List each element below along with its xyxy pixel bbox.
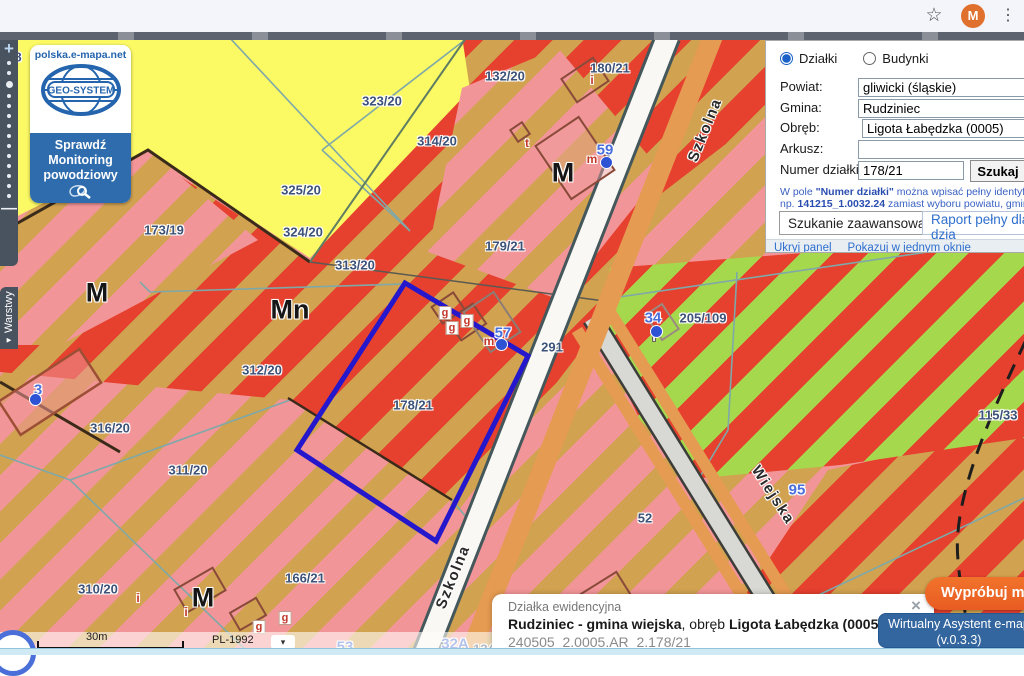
flood-monitoring-banner[interactable]: Sprawdź Monitoring powodziowy [30, 133, 131, 203]
zoom-level-dot[interactable] [7, 114, 11, 118]
zoom-level-dot[interactable] [7, 184, 11, 188]
radio-unselected-icon[interactable] [863, 52, 876, 65]
zoom-control[interactable]: + — [0, 40, 18, 266]
radio-budynki[interactable]: Budynki [863, 51, 928, 66]
zoom-level-dot[interactable] [7, 71, 11, 75]
powiat-input[interactable] [858, 78, 1024, 97]
browser-menu-icon[interactable]: ⋮ [998, 4, 1018, 28]
close-icon[interactable]: × [906, 596, 926, 616]
zoom-level-dot[interactable] [7, 104, 11, 108]
magnifier-icon [68, 184, 94, 200]
hide-panel-link[interactable]: Ukryj panel [774, 242, 832, 254]
zoom-out-button[interactable]: — [1, 203, 17, 215]
gmina-label: Gmina: [780, 98, 822, 118]
geosystem-wordmark: GEO-SYSTEM [47, 86, 114, 97]
virtual-assistant-button[interactable]: Wirtualny Asystent e-map (v.0.3.3) [878, 613, 1024, 648]
parcel-description: Rudziniec - gmina wiejska, obręb Ligota … [508, 616, 934, 632]
layers-tab-label: Warstwy [3, 291, 15, 333]
zoom-level-dot[interactable] [7, 124, 11, 128]
browser-toolbar: ☆ M ⋮ [0, 0, 1024, 32]
obreb-label: Obręb: [780, 118, 820, 138]
zoom-level-dot[interactable] [7, 154, 11, 158]
collapse-arrow-icon: ◄ [5, 336, 14, 345]
arkusz-input[interactable] [858, 140, 1024, 159]
crs-dropdown[interactable]: ▾ [271, 635, 295, 649]
full-report-button[interactable]: Raport pełny dla dzia [922, 211, 1024, 235]
panel-footer: Ukryj panel Pokazuj w jednym oknie [766, 239, 1024, 253]
search-hint: W pole "Numer działki" można wpisać pełn… [780, 186, 1024, 210]
assistant-try-button[interactable]: Wypróbuj mn [925, 577, 1024, 610]
zoom-level-dot[interactable] [7, 134, 11, 138]
chevron-down-icon: ▾ [281, 637, 286, 647]
numer-dzialki-label: Numer działki: [780, 160, 862, 180]
search-type-radios: Działki Budynki [780, 51, 929, 66]
profile-avatar[interactable]: M [961, 4, 985, 28]
zoom-level-dot-current[interactable] [6, 81, 13, 88]
bookmark-star-icon[interactable]: ☆ [922, 4, 946, 28]
zoom-level-dot[interactable] [7, 61, 11, 65]
crs-label: PL-1992 [212, 634, 254, 646]
geosystem-globe-icon: GEO-SYSTEM [39, 61, 123, 119]
info-panel-title: Działka ewidencyjna [508, 600, 934, 614]
arkusz-label: Arkusz: [780, 139, 823, 159]
obreb-input[interactable] [862, 119, 1024, 138]
numer-dzialki-input[interactable] [858, 161, 964, 180]
site-name: polska.e-mapa.net [30, 45, 131, 61]
zoom-level-dot[interactable] [7, 164, 11, 168]
zoom-level-dot[interactable] [7, 194, 11, 198]
single-window-link[interactable]: Pokazuj w jednym oknie [848, 242, 971, 254]
layers-panel-tab[interactable]: ◄ Warstwy [0, 287, 18, 349]
zoom-level-dot[interactable] [7, 94, 11, 98]
geosystem-logo-card[interactable]: polska.e-mapa.net GEO-SYSTEM Sprawdź Mon… [30, 45, 131, 203]
zoom-level-dot[interactable] [7, 144, 11, 148]
powiat-label: Powiat: [780, 77, 823, 97]
radio-selected-icon[interactable] [780, 52, 793, 65]
parcel-identifier: 240505_2.0005.AR_2.178/21 [508, 634, 934, 648]
search-button[interactable]: Szukaj [970, 160, 1024, 182]
search-panel: Działki Budynki Powiat: Gmina: Obręb: Ar… [765, 40, 1024, 253]
zoom-level-dot[interactable] [7, 174, 11, 178]
radio-dzialki[interactable]: Działki [780, 51, 837, 66]
zoom-in-button[interactable]: + [4, 40, 14, 58]
parcel-info-panel: Działka ewidencyjna Rudziniec - gmina wi… [492, 594, 934, 648]
window-divider-strip [0, 32, 1024, 40]
gmina-input[interactable] [858, 99, 1024, 118]
